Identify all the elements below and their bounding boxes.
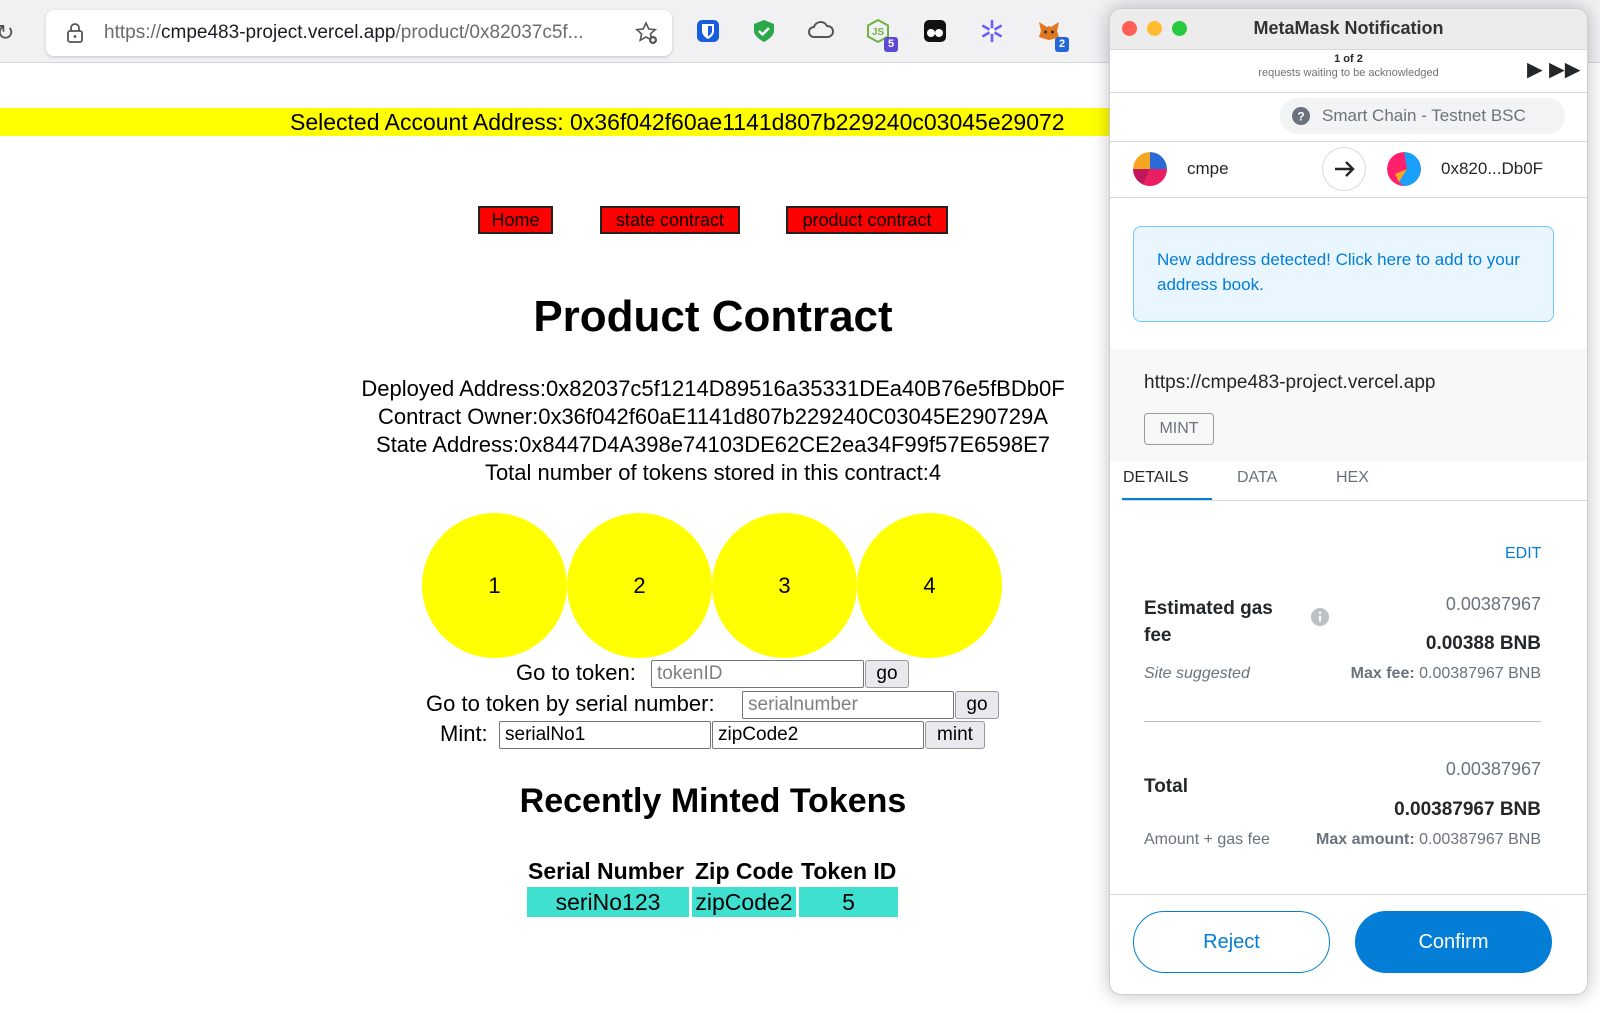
divider — [1144, 721, 1541, 722]
serial-number-input[interactable]: serialnumber — [742, 691, 954, 719]
from-account-name: cmpe — [1187, 159, 1229, 178]
token-circle[interactable]: 2 — [567, 513, 712, 658]
tab-details[interactable]: DETAILS — [1123, 469, 1189, 487]
table-cell-zip: zipCode2 — [692, 887, 796, 917]
svg-text:?: ? — [1297, 110, 1304, 124]
nav-product-contract-button[interactable]: product contract — [786, 206, 948, 234]
info-icon[interactable] — [1311, 608, 1329, 626]
token-circle[interactable]: 3 — [712, 513, 857, 658]
lock-icon[interactable] — [64, 22, 86, 44]
total-primary: 0.00387967 BNB — [1394, 799, 1541, 820]
token-circle[interactable]: 1 — [422, 513, 567, 658]
new-address-notice-text: New address detected! Click here to add … — [1157, 250, 1520, 294]
metamask-extension-icon[interactable]: 2 — [1035, 18, 1069, 52]
url-text: https://cmpe483-project.vercel.app/produ… — [104, 22, 584, 43]
tab-hex[interactable]: HEX — [1336, 469, 1369, 487]
method-badge: MINT — [1144, 413, 1214, 445]
network-selector[interactable]: ? Smart Chain - Testnet BSC — [1280, 98, 1565, 134]
asterisk-extension-icon[interactable] — [978, 18, 1006, 46]
shield-extension-icon[interactable] — [750, 18, 778, 46]
footer-divider — [1110, 894, 1587, 895]
origin-url: https://cmpe483-project.vercel.app — [1144, 372, 1436, 393]
site-suggested-label: Site suggested — [1144, 665, 1250, 682]
cloud-extension-icon[interactable] — [807, 18, 835, 46]
amount-plus-gas-label: Amount + gas fee — [1144, 831, 1270, 848]
max-fee: Max fee: 0.00387967 BNB — [1290, 665, 1541, 683]
address-bar[interactable]: https://cmpe483-project.vercel.app/produ… — [46, 10, 672, 56]
to-account-address: 0x820...Db0F — [1441, 159, 1544, 178]
metamask-popup: MetaMask Notification 1 of 2 requests wa… — [1109, 8, 1588, 995]
to-account-avatar — [1387, 152, 1421, 186]
new-address-notice[interactable]: New address detected! Click here to add … — [1133, 226, 1554, 322]
goto-serial-label: Go to token by serial number: — [426, 691, 715, 716]
max-amount-value: 0.00387967 BNB — [1419, 831, 1541, 848]
edit-gas-link[interactable]: EDIT — [1505, 545, 1541, 563]
table-cell-serial: seriNo123 — [527, 887, 689, 917]
nav-home-button[interactable]: Home — [478, 206, 553, 234]
question-icon: ? — [1292, 107, 1310, 125]
reload-icon[interactable]: ↻ — [0, 20, 22, 46]
token-id-input[interactable]: tokenID — [651, 660, 864, 688]
table-header-zip: Zip Code — [695, 858, 794, 884]
arrow-right-icon — [1322, 147, 1366, 191]
total-secondary: 0.00387967 — [1445, 759, 1541, 779]
last-request-icon[interactable]: ►► — [1544, 54, 1586, 85]
max-fee-label: Max fee: — [1350, 665, 1415, 682]
table-header-token-id: Token ID — [801, 858, 897, 884]
pager-text: requests waiting to be acknowledged — [1258, 67, 1439, 79]
tab-data[interactable]: DATA — [1237, 469, 1277, 487]
metamask-window-title: MetaMask Notification — [1253, 18, 1444, 38]
request-pager: 1 of 2 requests waiting to be acknowledg… — [1110, 53, 1587, 79]
goto-token-button[interactable]: go — [865, 660, 909, 688]
from-account-avatar — [1133, 152, 1167, 186]
divider — [1122, 500, 1587, 501]
tampermonkey-extension-icon[interactable] — [921, 18, 949, 46]
origin-panel: https://cmpe483-project.vercel.app MINT — [1110, 349, 1587, 461]
table-header-serial: Serial Number — [528, 858, 684, 884]
max-fee-value: 0.00387967 BNB — [1419, 665, 1541, 682]
goto-token-label: Go to token: — [516, 660, 636, 685]
bitwarden-extension-icon[interactable] — [694, 18, 722, 46]
bookmark-star-icon[interactable] — [634, 21, 658, 45]
reject-button[interactable]: Reject — [1133, 911, 1330, 973]
node-badge: 5 — [884, 37, 898, 52]
mint-serial-input[interactable]: serialNo1 — [499, 721, 711, 749]
divider — [1110, 92, 1587, 93]
divider — [1110, 197, 1587, 198]
node-extension-icon[interactable]: JS 5 — [864, 18, 898, 52]
max-amount-label: Max amount: — [1316, 831, 1415, 848]
max-amount: Max amount: 0.00387967 BNB — [1290, 831, 1541, 849]
divider — [1110, 141, 1587, 142]
mint-label: Mint: — [440, 721, 488, 746]
gas-fee-primary: 0.00388 BNB — [1425, 633, 1541, 654]
pager-count: 1 of 2 — [1334, 53, 1363, 65]
svg-text:JS: JS — [872, 27, 885, 38]
nav-state-contract-button[interactable]: state contract — [600, 206, 740, 234]
metamask-titlebar: MetaMask Notification — [1110, 9, 1587, 50]
mint-button[interactable]: mint — [925, 721, 985, 749]
network-name: Smart Chain - Testnet BSC — [1322, 106, 1526, 125]
token-circle[interactable]: 4 — [857, 513, 1002, 658]
gas-fee-secondary: 0.00387967 — [1445, 594, 1541, 614]
selected-account-bar: Selected Account Address: 0x36f042f60ae1… — [0, 108, 1110, 136]
confirm-button[interactable]: Confirm — [1355, 911, 1552, 973]
goto-serial-button[interactable]: go — [955, 691, 999, 719]
total-label: Total — [1144, 776, 1188, 797]
table-cell-token-id: 5 — [799, 887, 898, 917]
mint-zip-input[interactable]: zipCode2 — [712, 721, 924, 749]
metamask-badge: 2 — [1055, 37, 1069, 52]
selected-account-text: Selected Account Address: 0x36f042f60ae1… — [290, 109, 1065, 135]
gas-fee-label: Estimated gas fee — [1144, 598, 1273, 646]
